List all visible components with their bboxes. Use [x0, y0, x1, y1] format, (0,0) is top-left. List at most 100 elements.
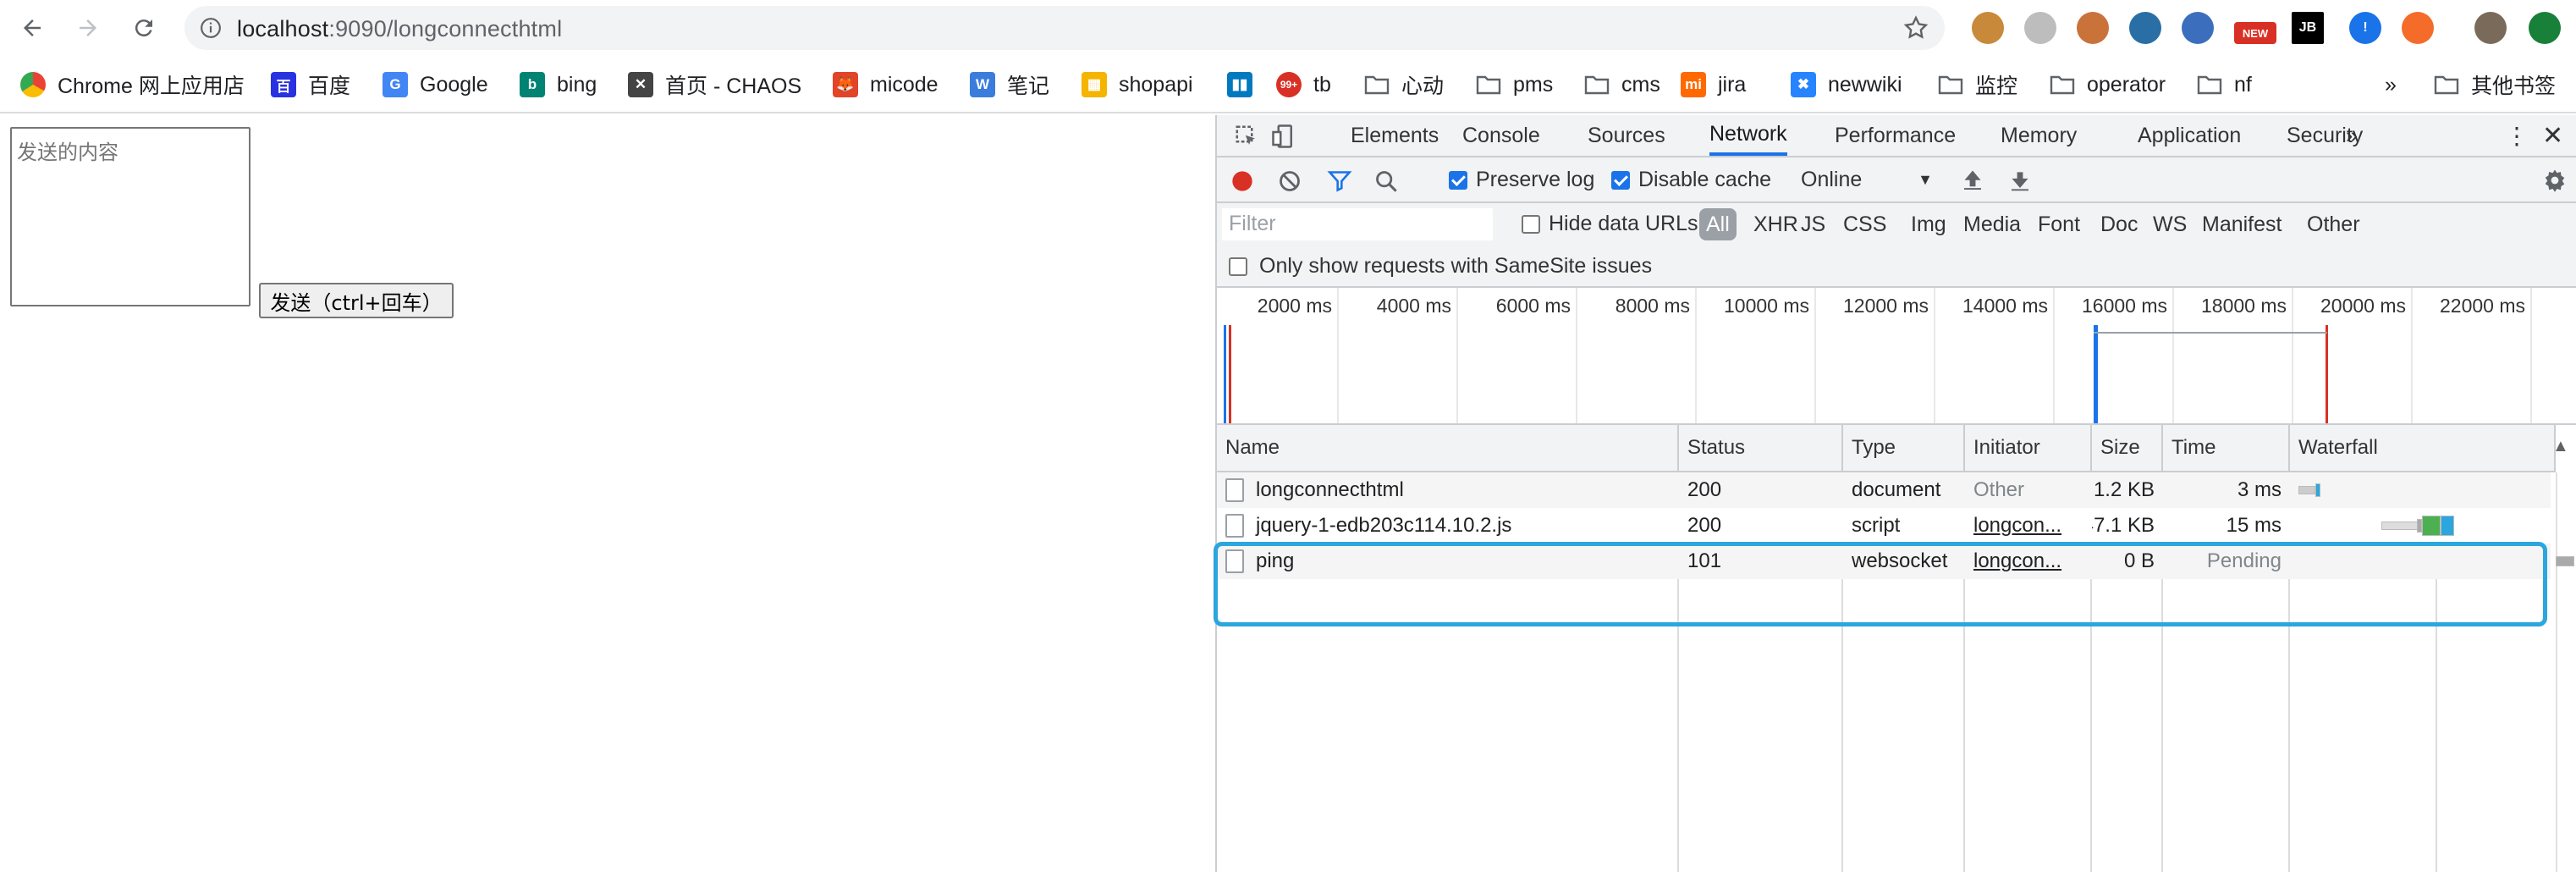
- network-overview-timeline[interactable]: 2000 ms 4000 ms 6000 ms 8000 ms 10000 ms 1200…: [1217, 288, 2576, 425]
- filter-icon[interactable]: [1327, 169, 1352, 193]
- tab-elements[interactable]: Elements: [1351, 115, 1439, 156]
- throttling-select[interactable]: Online ▼: [1801, 168, 1933, 192]
- bookmark-ext-icon[interactable]: !: [2349, 12, 2381, 44]
- column-header-name[interactable]: Name: [1217, 425, 1679, 472]
- message-textarea[interactable]: 发送的内容: [10, 127, 250, 306]
- tab-performance[interactable]: Performance: [1835, 115, 1956, 156]
- column-header-status[interactable]: Status: [1679, 425, 1843, 472]
- url-text[interactable]: localhost:9090/longconnecthtml: [237, 16, 562, 42]
- info-icon[interactable]: [200, 17, 222, 39]
- bookmark-star-icon[interactable]: [1902, 14, 1929, 41]
- tab-memory[interactable]: Memory: [2001, 115, 2077, 156]
- lifebuoy-ext-icon[interactable]: [2402, 12, 2434, 44]
- address-bar[interactable]: localhost:9090/longconnecthtml: [184, 6, 1945, 50]
- more-tabs-button[interactable]: »: [2346, 115, 2358, 156]
- record-icon[interactable]: [1230, 169, 1254, 193]
- column-header-waterfall[interactable]: Waterfall: [2290, 425, 2556, 472]
- reload-button[interactable]: [124, 8, 164, 47]
- clear-icon[interactable]: [1278, 169, 1302, 193]
- filter-type-img[interactable]: Img: [1906, 208, 1951, 240]
- samesite-toggle[interactable]: Only show requests with SameSite issues: [1229, 254, 1652, 279]
- bookmark-心动[interactable]: 心动: [1364, 68, 1444, 102]
- column-header-type[interactable]: Type: [1843, 425, 1965, 472]
- bookmarks-overflow-button[interactable]: »: [2385, 68, 2397, 102]
- filter-input[interactable]: Filter: [1222, 208, 1493, 240]
- new-ext-icon[interactable]: NEW: [2234, 22, 2276, 44]
- disable-cache-toggle[interactable]: Disable cache: [1611, 168, 1771, 192]
- bookmark-google[interactable]: G Google: [383, 68, 488, 102]
- bookmark-cms[interactable]: cms: [1584, 68, 1660, 102]
- disable-cache-checkbox[interactable]: [1611, 170, 1630, 190]
- import-har-icon[interactable]: [1960, 168, 1985, 193]
- bookmark-newwiki[interactable]: ✖ newwiki: [1791, 68, 1902, 102]
- filter-type-media[interactable]: Media: [1958, 208, 2026, 240]
- timeline-gridline: [1814, 288, 1816, 423]
- bookmark-nf[interactable]: nf: [2197, 68, 2252, 102]
- table-row[interactable]: jquery-1-edb203c114.10.2.js 200 script long…: [1217, 508, 2551, 544]
- timeline-label: 22000 ms: [2439, 295, 2525, 317]
- tab-network[interactable]: Network: [1709, 115, 1787, 156]
- bookmark-bing[interactable]: b bing: [520, 68, 597, 102]
- bookmark-jira[interactable]: mi jira: [1681, 68, 1746, 102]
- column-header-time[interactable]: Time: [2163, 425, 2290, 472]
- forward-button[interactable]: [68, 8, 108, 47]
- owl-ext-icon[interactable]: [2077, 12, 2109, 44]
- bookmark-micode[interactable]: 🦊 micode: [833, 68, 938, 102]
- close-devtools-icon[interactable]: ✕: [2542, 115, 2563, 156]
- bookmark-shopapi[interactable]: ▦ shopapi: [1082, 68, 1193, 102]
- preserve-log-checkbox[interactable]: [1449, 170, 1467, 190]
- bookmark-首页---chaos[interactable]: ✕ 首页 - CHAOS: [628, 68, 801, 102]
- filter-type-js[interactable]: JS: [1796, 208, 1830, 240]
- devtools-menu-icon[interactable]: ⋮: [2505, 115, 2529, 156]
- send-button[interactable]: 发送（ctrl+回车）: [259, 283, 454, 318]
- filter-type-all[interactable]: All: [1699, 208, 1737, 240]
- hide-data-urls-checkbox[interactable]: [1522, 214, 1540, 234]
- back-arrow-icon: [24, 19, 41, 36]
- export-har-icon[interactable]: [2007, 168, 2033, 193]
- bookmark-label: 百度: [308, 75, 351, 98]
- preserve-log-toggle[interactable]: Preserve log: [1449, 168, 1594, 192]
- filter-type-manifest[interactable]: Manifest: [2197, 208, 2287, 240]
- table-scrollbar[interactable]: [2556, 472, 2576, 872]
- column-header-initiator[interactable]: Initiator: [1965, 425, 2092, 472]
- tab-sources[interactable]: Sources: [1588, 115, 1665, 156]
- back-button[interactable]: [12, 8, 52, 47]
- network-settings-gear-icon[interactable]: [2542, 168, 2568, 193]
- table-row[interactable]: longconnecthtml 200 document Other 1.2 KB 3 m…: [1217, 472, 2551, 508]
- profile-avatar[interactable]: [2474, 12, 2507, 44]
- overflow-chevron-icon: »: [2385, 72, 2397, 97]
- timeline-label: 2000 ms: [1257, 295, 1332, 317]
- other-bookmarks[interactable]: 其他书签: [2434, 68, 2556, 102]
- textarea-placeholder: 发送的内容: [17, 141, 118, 164]
- bookmark-operator[interactable]: operator: [2050, 68, 2166, 102]
- cookie-ext-icon[interactable]: [1972, 12, 2004, 44]
- tab-application[interactable]: Application: [2138, 115, 2241, 156]
- cell-initiator[interactable]: longcon...: [1965, 508, 2092, 544]
- filter-type-other[interactable]: Other: [2302, 208, 2365, 240]
- filter-type-font[interactable]: Font: [2033, 208, 2085, 240]
- tab-console[interactable]: Console: [1462, 115, 1540, 156]
- bookmark-监控[interactable]: 监控: [1938, 68, 2017, 102]
- hide-data-urls-toggle[interactable]: Hide data URLs: [1522, 212, 1698, 236]
- update-icon[interactable]: [2529, 12, 2561, 44]
- filter-type-ws[interactable]: WS: [2148, 208, 2192, 240]
- search-icon[interactable]: [1374, 169, 1398, 193]
- bookmark-百度[interactable]: 百百度: [271, 68, 350, 102]
- swirl-ext-icon[interactable]: [2182, 12, 2214, 44]
- column-header-size[interactable]: Size: [2092, 425, 2163, 472]
- sort-arrow-icon[interactable]: ▲: [2552, 437, 2569, 456]
- inspect-element-icon[interactable]: [1234, 124, 1259, 149]
- bookmark-trello-icon[interactable]: ▮▮: [1227, 68, 1264, 102]
- branch-ext-icon[interactable]: [2129, 12, 2161, 44]
- cell-text: 3 ms: [2237, 478, 2282, 501]
- filter-type-css[interactable]: CSS: [1838, 208, 1891, 240]
- bookmark-tb[interactable]: 99+ tb: [1276, 68, 1331, 102]
- face-ext-icon[interactable]: [2024, 12, 2056, 44]
- jb-ext-icon[interactable]: JB: [2292, 12, 2324, 44]
- bookmark-chrome-网上应用店[interactable]: Chrome 网上应用店: [20, 68, 245, 102]
- filter-type-doc[interactable]: Doc: [2095, 208, 2143, 240]
- device-toolbar-icon[interactable]: [1271, 124, 1296, 149]
- bookmark-笔记[interactable]: W 笔记: [970, 68, 1049, 102]
- bookmark-pms[interactable]: pms: [1476, 68, 1553, 102]
- samesite-checkbox[interactable]: [1229, 257, 1247, 276]
